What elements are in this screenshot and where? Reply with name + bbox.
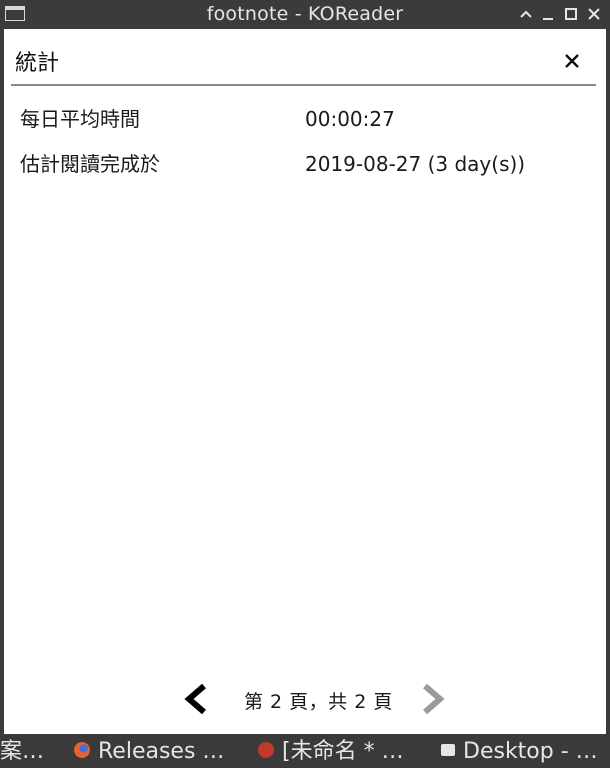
taskbar-item-desktop[interactable]: Desktop - … bbox=[441, 736, 598, 768]
taskbar-item-label: Desktop - … bbox=[463, 739, 598, 764]
stat-label: 每日平均時間 bbox=[20, 107, 140, 131]
page-info: 第 2 頁，共 2 頁 bbox=[244, 691, 393, 713]
header-divider bbox=[11, 84, 596, 86]
taskbar-item-editor[interactable]: [未命名 * … bbox=[258, 736, 404, 768]
shade-icon[interactable] bbox=[516, 4, 536, 24]
stat-row-estimated-finish: 估計閱讀完成於 2019-08-27 (3 day(s)) bbox=[4, 144, 606, 184]
close-window-icon[interactable] bbox=[584, 4, 604, 24]
prev-page-button[interactable] bbox=[180, 683, 212, 715]
editor-icon bbox=[258, 742, 274, 758]
taskbar-item-label: 案… bbox=[0, 739, 45, 764]
koreader-window: 統計 每日平均時間 00:00:27 估計閱讀完成於 2019-08-27 (3… bbox=[4, 29, 606, 734]
maximize-icon[interactable] bbox=[561, 4, 581, 24]
pagination: 第 2 頁，共 2 頁 bbox=[4, 677, 606, 721]
stat-value: 2019-08-27 (3 day(s)) bbox=[305, 152, 526, 176]
window-titlebar[interactable]: footnote - KOReader bbox=[0, 0, 610, 29]
stat-label: 估計閱讀完成於 bbox=[20, 152, 160, 176]
close-button[interactable] bbox=[559, 48, 585, 74]
stat-row-daily-average: 每日平均時間 00:00:27 bbox=[4, 99, 606, 139]
stat-value: 00:00:27 bbox=[305, 107, 395, 131]
chevron-right-icon bbox=[423, 683, 445, 715]
taskbar-item-releases[interactable]: Releases … bbox=[74, 736, 224, 768]
minimize-icon[interactable] bbox=[538, 4, 558, 24]
next-page-button[interactable] bbox=[417, 683, 449, 715]
dialog-title: 統計 bbox=[15, 51, 60, 76]
taskbar: 案… Releases … [未命名 * … Desktop - … bbox=[0, 736, 610, 768]
firefox-icon bbox=[74, 742, 90, 758]
taskbar-item[interactable]: 案… bbox=[0, 736, 44, 768]
chevron-left-icon bbox=[184, 683, 206, 715]
dialog-header: 統計 bbox=[4, 29, 606, 86]
window-icon bbox=[441, 744, 455, 756]
close-icon bbox=[565, 54, 579, 68]
taskbar-item-label: [未命名 * … bbox=[282, 739, 404, 764]
taskbar-item-label: Releases … bbox=[98, 739, 225, 764]
